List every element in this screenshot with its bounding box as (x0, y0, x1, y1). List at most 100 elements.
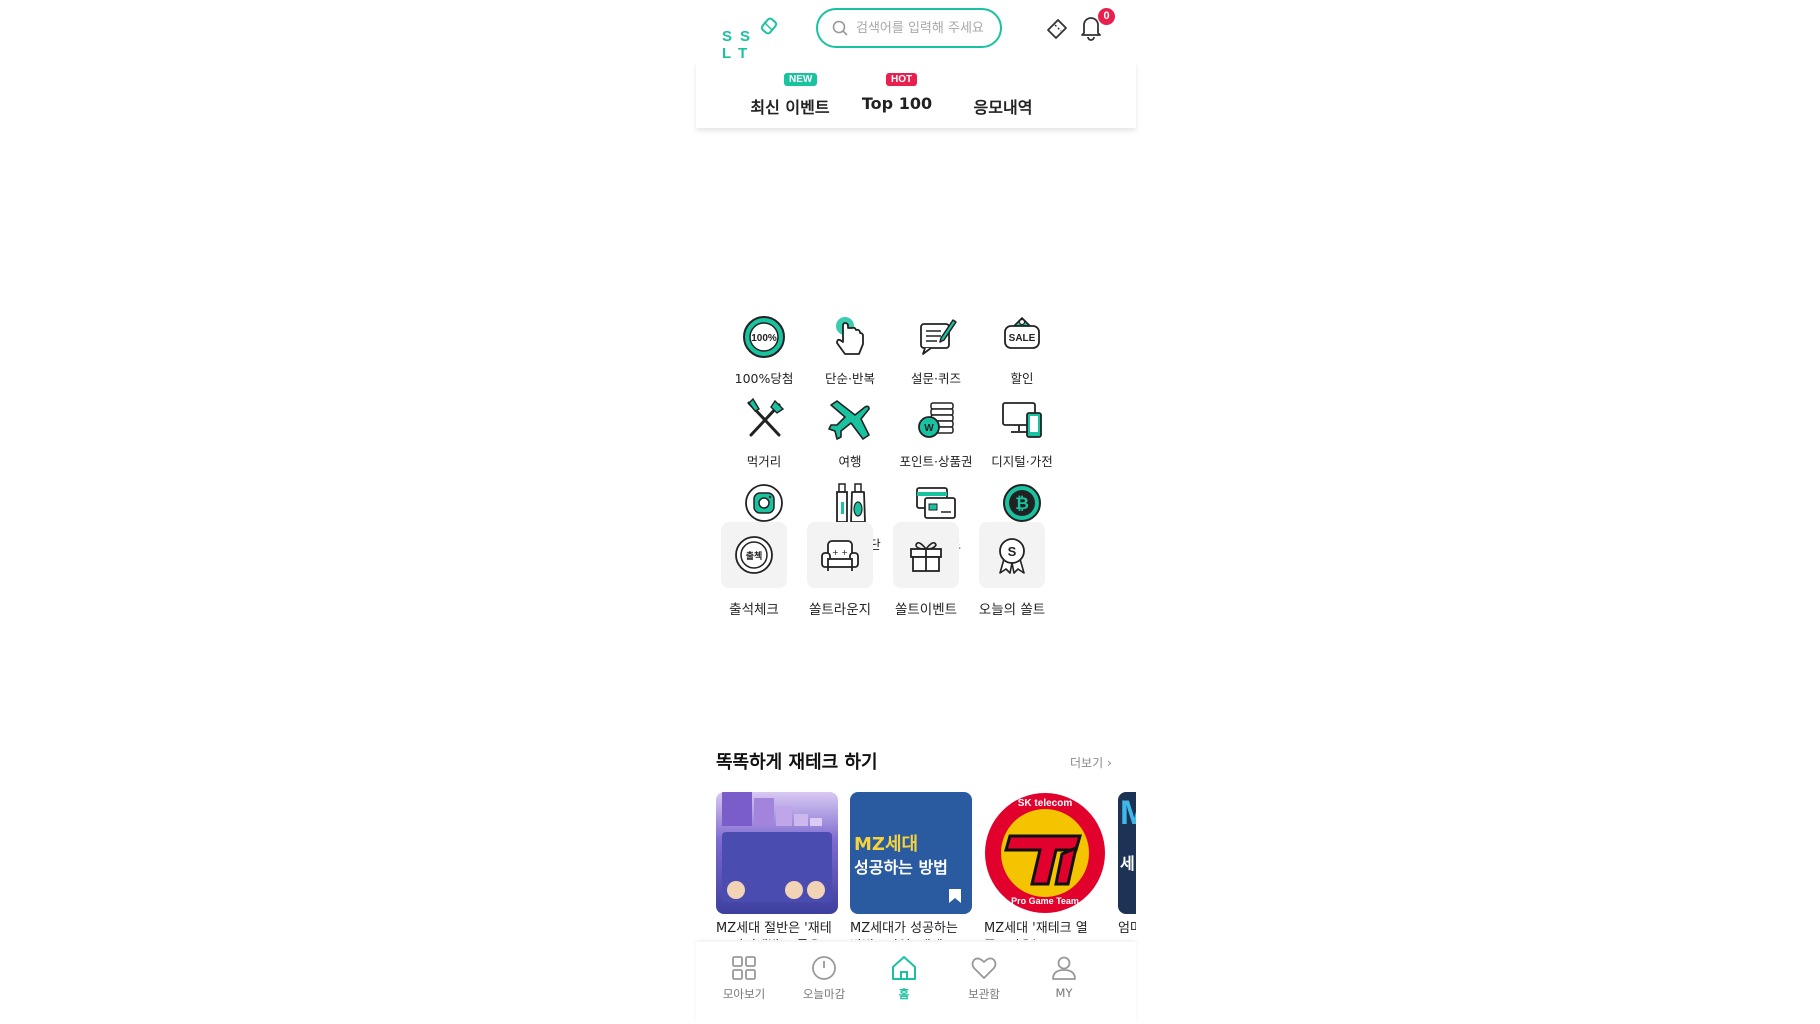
logo[interactable]: SS LT (722, 16, 802, 62)
notification-badge: 0 (1098, 8, 1115, 25)
ticket-icon (1047, 19, 1067, 39)
nav-label: 홈 (898, 987, 910, 1001)
feature-icon-box: S (979, 522, 1045, 588)
gift-box-icon (910, 541, 942, 572)
svg-text:W: W (924, 423, 934, 434)
thumbnail-subtitle: 세 (1120, 854, 1135, 873)
coupon-button[interactable] (1042, 14, 1072, 44)
thumbnail-title: MZ세대 (854, 834, 919, 855)
more-link[interactable]: 더보기 › (1070, 754, 1112, 771)
thumbnail-title: M (1120, 794, 1136, 832)
svg-text:100%: 100% (751, 333, 777, 344)
category-digital-appliance[interactable]: 디지털·가전 (972, 395, 1072, 470)
category-travel[interactable]: 여행 (800, 395, 900, 470)
nav-closing-today[interactable]: 오늘마감 (784, 954, 864, 1002)
infographic-image (722, 792, 832, 902)
nav-home[interactable]: 홈 (864, 954, 944, 1002)
search-box[interactable] (816, 8, 1002, 48)
feature-icon-box (893, 522, 959, 588)
thumbnail-subtitle: 성공하는 방법 (854, 858, 948, 877)
section-title: 똑똑하게 재테크 하기 (716, 752, 878, 773)
tab-entry-history[interactable]: 응모내역 (958, 94, 1048, 118)
fork-knife-icon (747, 397, 785, 437)
category-label: 디지털·가전 (991, 454, 1053, 469)
category-simple-repeat[interactable]: 단순·반복 (800, 312, 900, 387)
feature-label: 출석체크 (729, 602, 779, 618)
tab-bar: NEW 최신 이벤트 HOT Top 100 응모내역 (696, 62, 1136, 128)
article-card[interactable]: M 세 엄마 자녀 (1118, 792, 1136, 938)
coins-icon: W (918, 402, 954, 438)
tab-label: Top 100 (861, 94, 933, 113)
credit-card-icon (916, 487, 956, 519)
category-points-giftcard[interactable]: W 포인트·상품권 (886, 395, 986, 470)
devices-icon (1002, 402, 1042, 438)
svg-text:₿: ₿ (1015, 494, 1029, 513)
category-label: 단순·반복 (825, 371, 875, 386)
top-bar: SS LT 0 (696, 0, 1136, 62)
category-sale[interactable]: SALE 할인 (972, 312, 1072, 387)
category-label: 포인트·상품권 (899, 454, 973, 469)
article-card[interactable]: MZ세대 성공하는 방법 MZ세대가 성공하는 방법 : 사업, 재테크, 투자 (850, 792, 972, 940)
feature-todays-salt[interactable]: S 오늘의 쏠트 (962, 522, 1062, 618)
app-screen: SS LT 0 (696, 0, 1136, 1024)
category-survey-quiz[interactable]: 설문·퀴즈 (886, 312, 986, 387)
article-thumbnail: M 세 (1118, 792, 1136, 914)
cosmetics-icon (836, 483, 866, 523)
100-percent-icon: 100% (743, 316, 785, 358)
feature-salt-event[interactable]: 쏠트이벤트 (876, 522, 976, 618)
notification-button[interactable]: 0 (1076, 8, 1115, 44)
search-input[interactable] (854, 19, 998, 37)
feature-label: 쏠트라운지 (808, 602, 872, 618)
bookmark-icon (949, 889, 961, 903)
thumbnail-team: Pro Game Team (1011, 896, 1079, 906)
lounge-sofa-icon: + + (821, 540, 859, 571)
chevron-right-icon: › (1106, 756, 1112, 770)
nav-my[interactable]: MY (1024, 954, 1104, 1000)
heart-icon (971, 957, 997, 979)
nav-label: MY (1055, 986, 1073, 1000)
article-card[interactable]: MZ세대 절반은 '재테크·자기계발'…특유 (716, 792, 838, 940)
attendance-stamp-icon: 출첵 (735, 536, 773, 574)
user-icon (1052, 956, 1076, 980)
feature-icon-box: 출첵 (721, 522, 787, 588)
search-icon (832, 20, 848, 36)
tab-label: 최신 이벤트 (750, 98, 830, 117)
nav-label: 보관함 (968, 987, 1000, 1001)
bitcoin-icon: ₿ (1003, 484, 1041, 522)
tab-latest-events[interactable]: NEW 최신 이벤트 (744, 73, 836, 118)
nav-storage[interactable]: 보관함 (944, 954, 1024, 1002)
article-card[interactable]: SK telecom Pro Game Team MZ세대 '재테크 열풍', … (984, 792, 1106, 940)
feature-label: 쏠트이벤트 (894, 602, 958, 618)
article-caption: 엄마 자녀 (1118, 921, 1136, 936)
feature-salt-lounge[interactable]: + + 쏠트라운지 (790, 522, 890, 618)
svg-text:S: S (1008, 544, 1017, 559)
survey-icon (920, 319, 957, 355)
feature-icon-box: + + (807, 522, 873, 588)
more-label: 더보기 (1070, 756, 1104, 770)
svg-text:출첵: 출첵 (746, 550, 763, 562)
svg-text:SALE: SALE (1009, 333, 1036, 344)
tab-label: 응모내역 (973, 98, 1033, 117)
article-caption: MZ세대가 성공하는 방법 : 사업, 재테크, 투자 (850, 921, 959, 940)
category-food[interactable]: 먹거리 (714, 395, 814, 470)
category-100-percent[interactable]: 100% 100%당첨 (714, 312, 814, 387)
tab-top100[interactable]: HOT Top 100 (852, 73, 942, 113)
home-icon (892, 956, 916, 980)
svg-text:+ +: + + (832, 548, 848, 557)
clock-icon (812, 956, 836, 980)
article-thumbnail: MZ세대 성공하는 방법 (850, 792, 972, 914)
article-carousel[interactable]: MZ세대 절반은 '재테크·자기계발'…특유 MZ세대 성공하는 방법 MZ세대… (716, 792, 1136, 940)
salt-medal-icon: S (999, 538, 1025, 574)
thumbnail-brand: SK telecom (1017, 798, 1073, 809)
hot-badge: HOT (886, 73, 918, 86)
category-label: 먹거리 (746, 454, 782, 469)
article-thumbnail (716, 792, 838, 914)
nav-label: 모아보기 (722, 987, 766, 1001)
category-label: 설문·퀴즈 (911, 371, 961, 386)
feature-attendance-check[interactable]: 출첵 출석체크 (704, 522, 804, 618)
category-label: 100%당첨 (734, 371, 794, 386)
airplane-icon (828, 400, 870, 440)
article-caption: MZ세대 절반은 '재테크·자기계발'…특유 (716, 921, 832, 940)
nav-collection[interactable]: 모아보기 (704, 954, 784, 1002)
article-caption: MZ세대 '재테크 열풍', 이유는 (984, 921, 1088, 940)
